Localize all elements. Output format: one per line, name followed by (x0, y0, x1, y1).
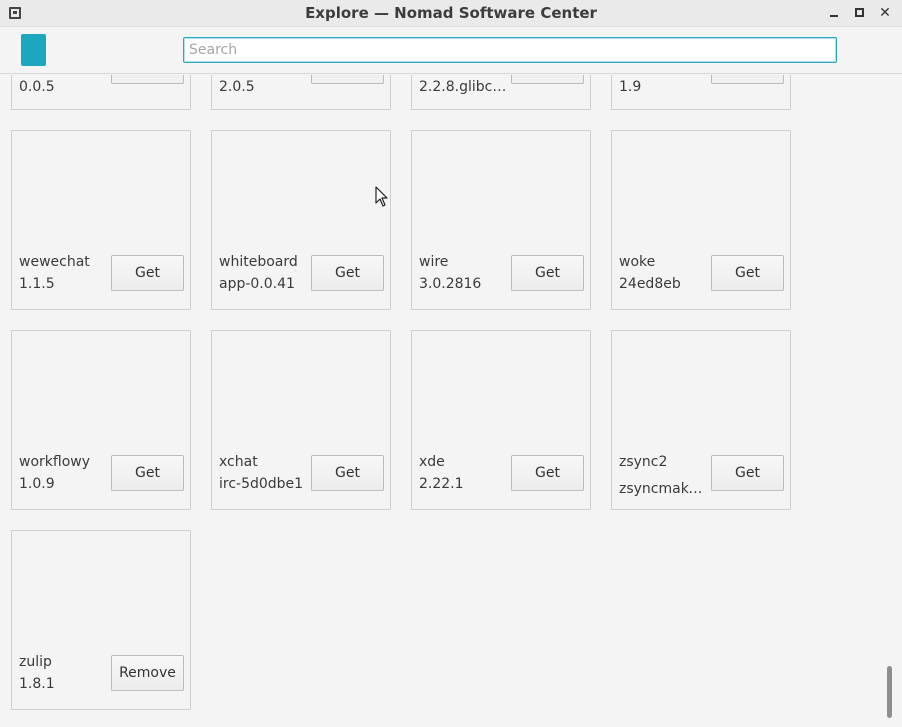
app-tile-icon[interactable] (21, 34, 46, 66)
app-card-zsync2[interactable]: zsync2 zsyncmake… Get (611, 330, 791, 510)
vertical-scrollbar[interactable] (887, 666, 892, 718)
app-card-zulip[interactable]: zulip 1.8.1 Remove (11, 530, 191, 710)
app-card-xchat[interactable]: xchat irc-5d0dbe1 Get (211, 330, 391, 510)
get-button[interactable] (711, 75, 784, 84)
app-card-xde[interactable]: xde 2.22.1 Get (411, 330, 591, 510)
app-name: xchat (219, 454, 258, 470)
mouse-cursor-icon (375, 186, 388, 207)
app-name: wewechat (19, 254, 90, 270)
app-version: irc-5d0dbe1 (219, 476, 304, 492)
app-card-wire[interactable]: wire 3.0.2816 Get (411, 130, 591, 310)
remove-button[interactable]: Remove (111, 655, 184, 691)
maximize-icon[interactable] (852, 5, 868, 21)
get-button[interactable]: Get (111, 255, 184, 291)
app-version: 3.0.2816 (419, 276, 482, 292)
window-title: Explore — Nomad Software Center (305, 4, 597, 22)
app-version: 1.1.5 (19, 276, 55, 292)
app-name: wire (419, 254, 449, 270)
app-version: 2.0.5 (219, 79, 255, 95)
app-name: woke (619, 254, 656, 270)
app-version: 24ed8eb (619, 276, 681, 292)
get-button[interactable]: Get (311, 455, 384, 491)
app-card-workflowy[interactable]: workflowy 1.0.9 Get (11, 330, 191, 510)
title-bar[interactable]: Explore — Nomad Software Center ✕ (0, 0, 902, 27)
app-name: zulip (19, 654, 52, 670)
get-button[interactable] (311, 75, 384, 84)
get-button[interactable]: Get (311, 255, 384, 291)
app-card[interactable]: 2.0.5 (211, 75, 391, 110)
get-button[interactable]: Get (111, 455, 184, 491)
app-version: 2.22.1 (419, 476, 464, 492)
minimize-icon[interactable] (826, 5, 842, 21)
get-button[interactable]: Get (511, 255, 584, 291)
app-card[interactable]: 2.2.8.glibc2… (411, 75, 591, 110)
get-button[interactable]: Get (711, 455, 784, 491)
search-input[interactable] (183, 37, 837, 63)
app-card-woke[interactable]: woke 24ed8eb Get (611, 130, 791, 310)
header-bar (0, 27, 902, 74)
app-name: zsync2 (619, 454, 668, 470)
app-version: 1.0.9 (19, 476, 55, 492)
app-window: Explore — Nomad Software Center ✕ 0.0.5 … (0, 0, 902, 727)
app-name: whiteboard (219, 254, 298, 270)
app-card-wewechat[interactable]: wewechat 1.1.5 Get (11, 130, 191, 310)
app-version: app-0.0.41 (219, 276, 295, 292)
app-card[interactable]: 0.0.5 (11, 75, 191, 110)
get-button[interactable] (511, 75, 584, 84)
app-version: 1.9 (619, 79, 642, 95)
get-button[interactable]: Get (511, 455, 584, 491)
app-version: 1.8.1 (19, 676, 55, 692)
close-icon[interactable]: ✕ (877, 5, 893, 21)
app-version: 0.0.5 (19, 79, 55, 95)
app-card[interactable]: 1.9 (611, 75, 791, 110)
app-card-whiteboard[interactable]: whiteboard app-0.0.41 Get (211, 130, 391, 310)
app-version: zsyncmake… (619, 481, 709, 497)
get-button[interactable]: Get (711, 255, 784, 291)
app-name: workflowy (19, 454, 90, 470)
app-name: xde (419, 454, 445, 470)
get-button[interactable] (111, 75, 184, 84)
app-version: 2.2.8.glibc2… (419, 79, 509, 95)
app-grid[interactable]: 0.0.5 2.0.5 2.2.8.glibc2… 1.9 wewechat 1… (0, 75, 902, 727)
